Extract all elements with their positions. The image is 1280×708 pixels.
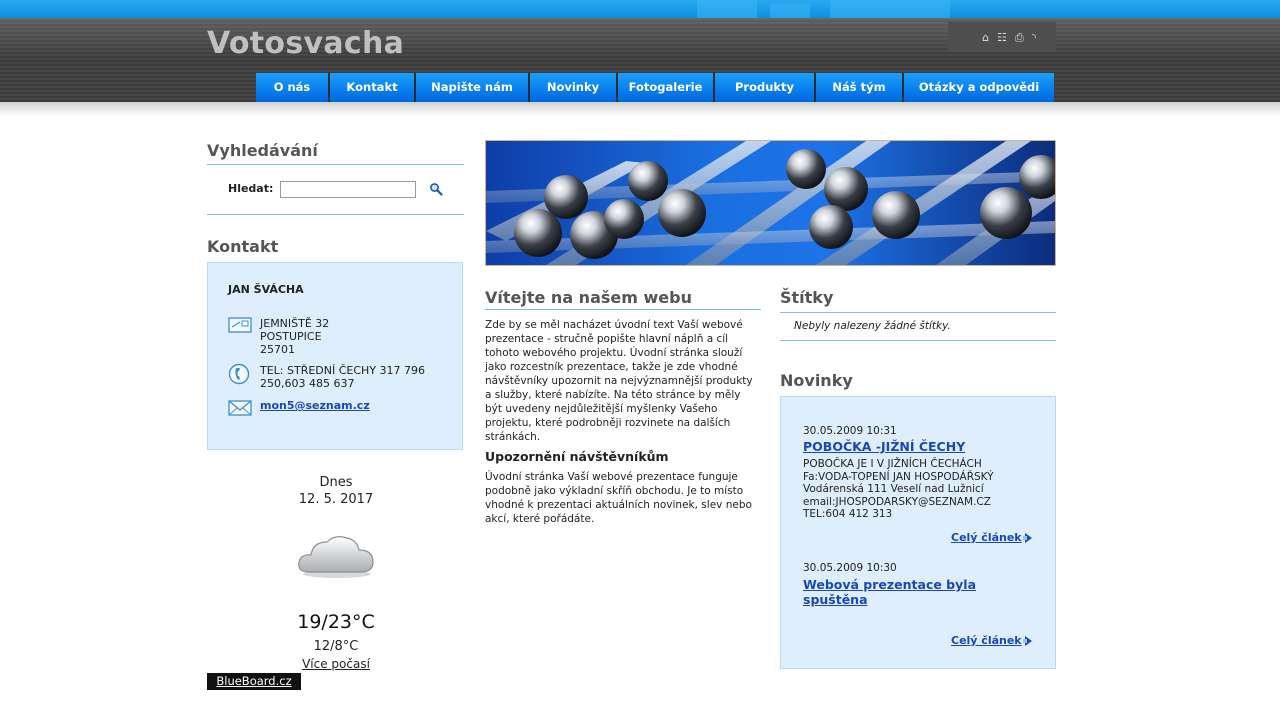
site-title[interactable]: Votosvacha — [207, 26, 404, 61]
news-title-link[interactable]: POBOČKA -JIŽNÍ ČECHY — [803, 439, 1033, 454]
search-title: Vyhledávání — [207, 141, 318, 160]
nav-item-kontakt[interactable]: Kontakt — [330, 73, 416, 102]
search-input[interactable] — [280, 181, 416, 198]
news-title: Novinky — [780, 371, 853, 390]
news-excerpt: POBOČKA JE I V JIŽNÍCH ČECHÁCH Fa:VODA-T… — [803, 458, 994, 520]
address-card-icon — [228, 317, 252, 333]
nav-item-produkty[interactable]: Produkty — [715, 73, 816, 102]
divider — [207, 164, 464, 165]
sitemap-icon[interactable]: ☷ — [997, 32, 1007, 43]
contact-address: JEMNIŠTĚ 32 POSTUPICE 25701 — [260, 317, 330, 356]
search-icon[interactable] — [429, 182, 443, 196]
news-box: 30.05.2009 10:31 POBOČKA -JIŽNÍ ČECHY PO… — [780, 396, 1056, 669]
print-icon[interactable]: ⎙ — [1015, 32, 1024, 43]
top-accent-bar — [0, 0, 1280, 18]
header-tools: ⌂ ☷ ⎙ ◝ — [948, 22, 1056, 52]
news-date: 30.05.2009 10:30 — [803, 562, 897, 574]
read-more-link[interactable]: Celý článek — [951, 531, 1022, 544]
contact-title: Kontakt — [207, 237, 279, 256]
intro-text: Zde by se měl nacházet úvodní text Vaší … — [485, 319, 753, 443]
rss-icon[interactable]: ◝ — [1032, 32, 1036, 43]
nav-item-otazky[interactable]: Otázky a odpovědi — [904, 73, 1054, 102]
intro-title: Vítejte na našem webu — [485, 288, 692, 307]
contact-name: JAN ŠVÁCHA — [228, 283, 304, 296]
nav-item-fotogalerie[interactable]: Fotogalerie — [618, 73, 715, 102]
nav-item-nas-tym[interactable]: Náš tým — [816, 73, 904, 102]
email-icon — [228, 400, 252, 416]
main-navigation: O nás Kontakt Napište nám Novinky Fotoga… — [256, 73, 1054, 102]
divider — [207, 214, 464, 215]
notice-text: Úvodní stránka Vaší webové prezentace fu… — [485, 471, 752, 525]
weather-widget: Dnes 12. 5. 2017 19/23°C 12/8°C Více poč… — [207, 475, 465, 671]
blueboard-link[interactable]: BlueBoard.cz — [207, 673, 301, 690]
nav-item-napiste-nam[interactable]: Napište nám — [416, 73, 530, 102]
weather-night-temp: 12/8°C — [313, 639, 359, 654]
cloud-icon — [298, 536, 374, 578]
arrow-right-icon[interactable] — [1022, 532, 1034, 544]
phone-icon — [228, 363, 250, 385]
read-more-link[interactable]: Celý článek — [951, 634, 1022, 647]
tags-title: Štítky — [780, 288, 834, 307]
arrow-right-icon[interactable] — [1022, 635, 1034, 647]
header-shadow — [0, 102, 1280, 116]
weather-today-label: Dnes — [319, 475, 353, 490]
nav-item-novinky[interactable]: Novinky — [530, 73, 618, 102]
weather-day-temp: 19/23°C — [297, 611, 375, 633]
notice-title: Upozornění návštěvníkům — [485, 449, 669, 464]
weather-more-link[interactable]: Více počasí — [207, 657, 465, 671]
news-date: 30.05.2009 10:31 — [803, 425, 897, 437]
steel-balls-image — [486, 141, 1055, 265]
search-label: Hledat: — [228, 182, 274, 195]
contact-email-link[interactable]: mon5@seznam.cz — [260, 399, 370, 412]
contact-box: JAN ŠVÁCHA JEMNIŠTĚ 32 POSTUPICE 25701 T… — [207, 262, 463, 450]
tags-empty-message: Nebyly nalezeny žádné štítky. — [794, 320, 951, 332]
divider — [485, 309, 761, 310]
divider — [780, 312, 1056, 313]
contact-phone: TEL: STŘEDNÍ ČECHY 317 796 250,603 485 6… — [260, 364, 426, 390]
home-icon[interactable]: ⌂ — [982, 32, 989, 43]
divider — [780, 340, 1056, 341]
news-title-link[interactable]: Webová prezentace byla spuštěna — [803, 577, 1033, 607]
header-banner-image — [485, 140, 1056, 266]
nav-item-o-nas[interactable]: O nás — [256, 73, 330, 102]
weather-date: 12. 5. 2017 — [298, 492, 374, 507]
